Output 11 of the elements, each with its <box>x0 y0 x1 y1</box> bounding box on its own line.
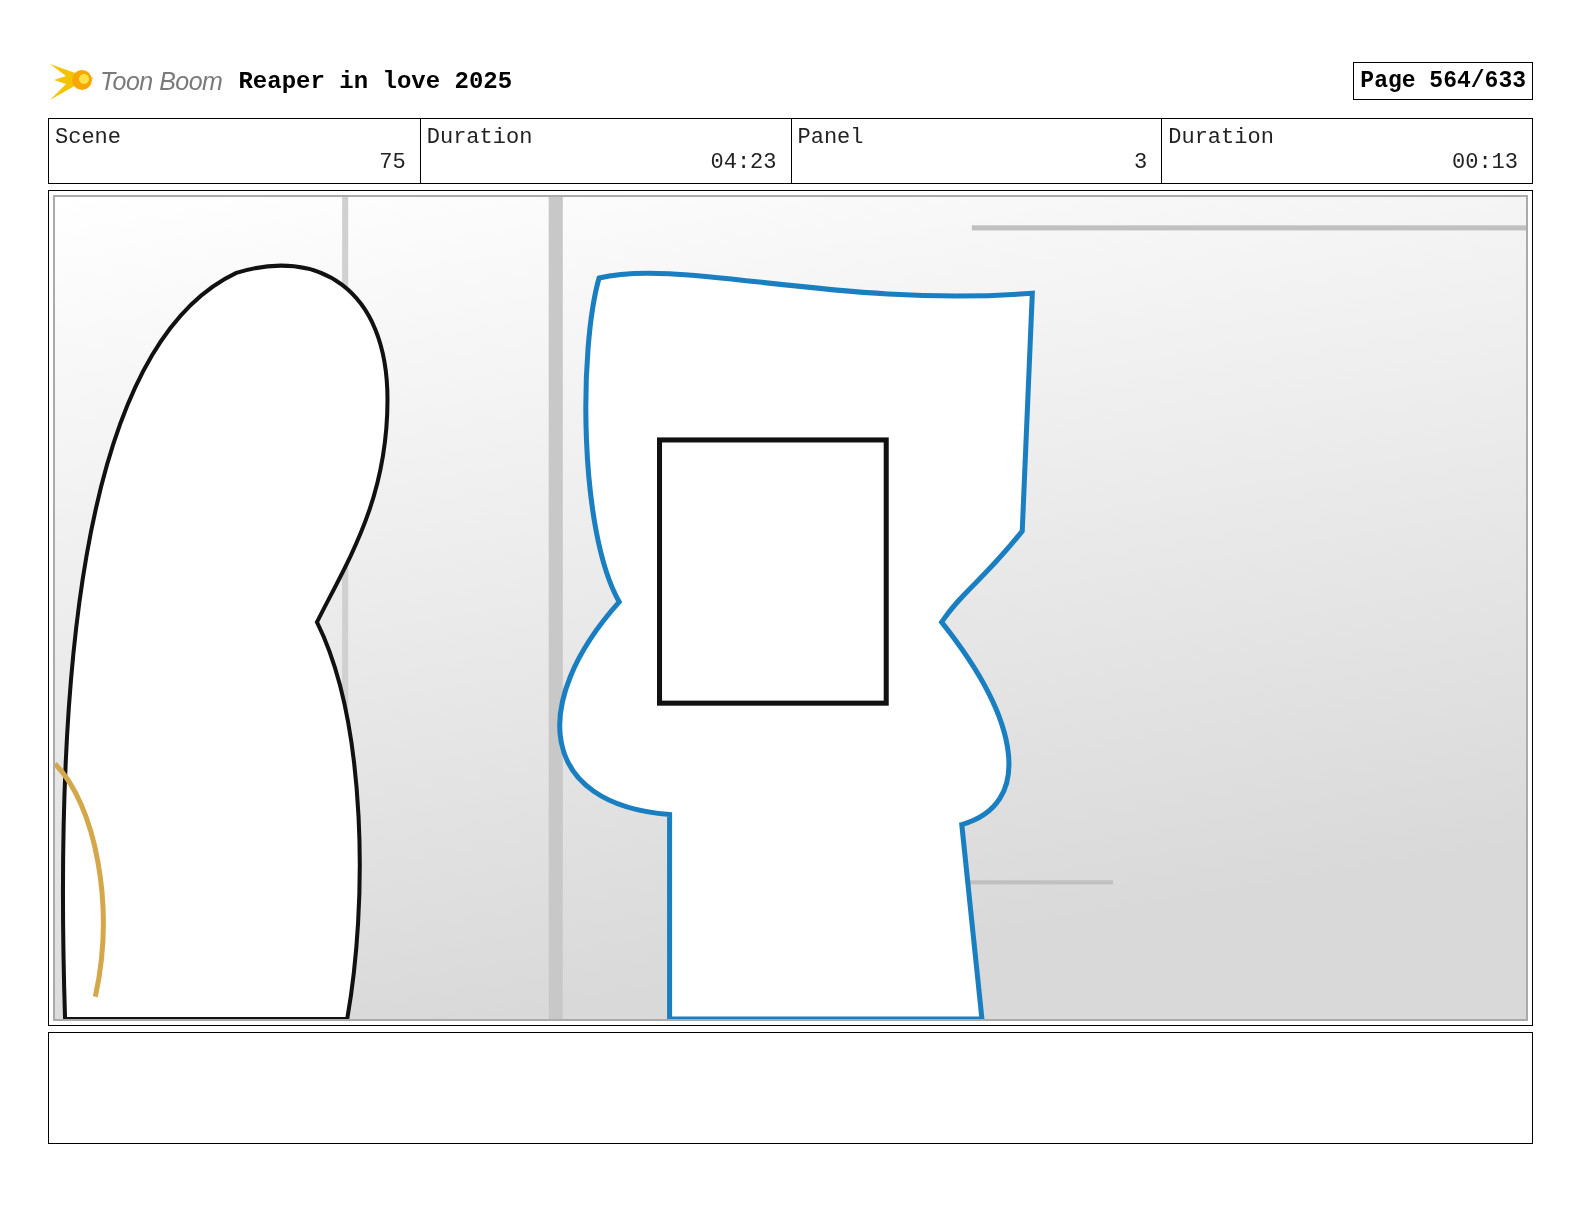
page-number: Page 564/633 <box>1353 62 1533 100</box>
logo-text: Toon Boom <box>100 66 223 96</box>
field-value: 04:23 <box>710 150 777 175</box>
field-value: 3 <box>1134 150 1148 175</box>
field-value: 75 <box>379 150 406 175</box>
field-label: Duration <box>426 125 533 150</box>
field-label: Duration <box>1168 125 1274 150</box>
field-label: Panel <box>797 125 864 150</box>
field-value: 00:13 <box>1452 150 1518 175</box>
storyboard-title: Reaper in love 2025 <box>238 67 513 95</box>
field-label: Scene <box>55 125 121 150</box>
